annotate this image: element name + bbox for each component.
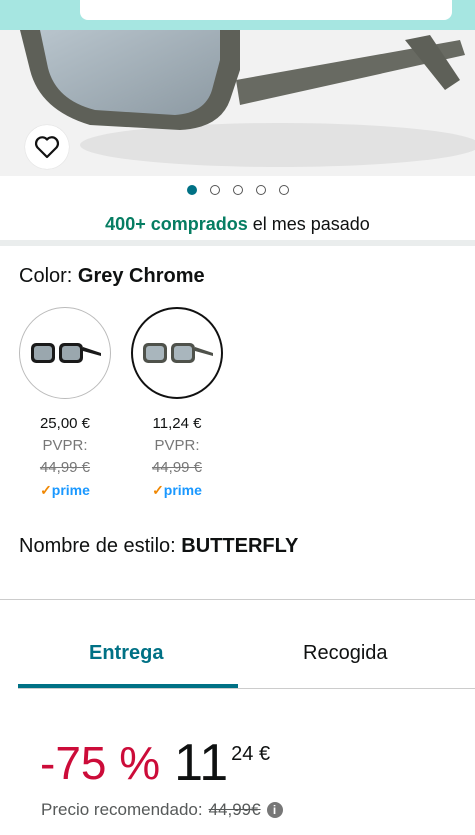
prime-badge: ✓prime — [122, 479, 232, 501]
prime-badge: ✓prime — [10, 479, 120, 501]
pvpr-price: 44,99 € — [151, 459, 203, 476]
pvpr-label: PVPR: — [154, 437, 200, 454]
style-value: BUTTERFLY — [181, 535, 299, 557]
heart-icon — [34, 136, 60, 159]
price-whole: 11 — [174, 734, 229, 792]
info-icon[interactable]: i — [266, 802, 283, 818]
carousel-dot[interactable] — [232, 185, 243, 195]
style-label: Nombre de estilo: — [19, 535, 182, 557]
checkmark-icon: ✓ — [152, 482, 164, 498]
color-label: Color: — [19, 265, 78, 287]
prime-label: prime — [51, 482, 90, 498]
wishlist-button[interactable] — [25, 125, 69, 169]
section-divider — [0, 240, 475, 246]
discount-percent: -75 % — [40, 737, 161, 789]
color-option-black[interactable] — [19, 307, 111, 399]
recommended-price-label: Precio recomendado: — [41, 800, 203, 819]
carousel-dot[interactable] — [278, 185, 289, 195]
color-option-grey-chrome[interactable] — [131, 307, 223, 399]
bought-count: 400+ comprados el mes pasado — [0, 214, 475, 235]
pvpr-label: PVPR: — [42, 437, 88, 454]
option-price: 25,00 € — [39, 415, 91, 432]
pvpr-price: 44,99 € — [39, 459, 91, 476]
tabs-divider — [18, 688, 475, 689]
carousel-indicators[interactable] — [0, 185, 475, 195]
style-name-label: Nombre de estilo: BUTTERFLY — [19, 535, 298, 558]
sunglasses-image — [20, 30, 475, 167]
color-option-price-block[interactable]: 11,24 € PVPR: 44,99 € ✓prime — [122, 413, 232, 501]
carousel-dot[interactable] — [186, 185, 197, 195]
prime-label: prime — [163, 482, 202, 498]
recommended-price-value: 44,99€ — [208, 800, 261, 819]
product-image[interactable] — [0, 30, 475, 176]
bought-count-bold: 400+ comprados — [105, 214, 248, 234]
recommended-price: Precio recomendado: 44,99€ i — [41, 800, 283, 820]
sunglasses-thumbnail — [143, 343, 213, 363]
top-header — [0, 0, 475, 30]
color-option-price-block[interactable]: 25,00 € PVPR: 44,99 € ✓prime — [10, 413, 120, 501]
color-value: Grey Chrome — [77, 265, 205, 287]
price-block: -75 % 11 24 € — [40, 735, 270, 791]
option-price: 11,24 € — [152, 415, 202, 432]
tab-recogida[interactable]: Recogida — [303, 642, 388, 665]
search-input[interactable] — [80, 0, 452, 20]
bought-count-rest: el mes pasado — [247, 214, 370, 234]
carousel-dot[interactable] — [209, 185, 220, 195]
sunglasses-thumbnail — [31, 343, 101, 363]
carousel-dot[interactable] — [255, 185, 266, 195]
price-fraction: 24 € — [231, 743, 271, 765]
delivery-tabs: Entrega Recogida — [0, 600, 475, 690]
color-selector-label: Color: Grey Chrome — [19, 265, 205, 288]
checkmark-icon: ✓ — [40, 482, 52, 498]
tab-entrega[interactable]: Entrega — [89, 642, 163, 665]
